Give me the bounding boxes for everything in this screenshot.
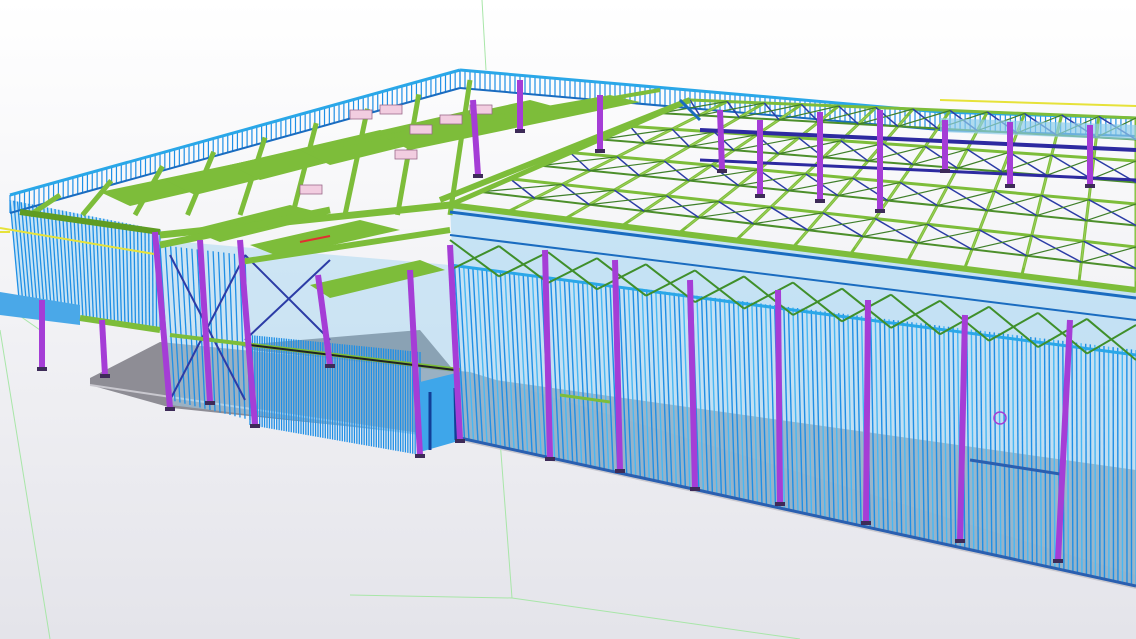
wall-stud (1071, 342, 1074, 572)
roof-unit (439, 114, 463, 125)
column-base (205, 401, 215, 405)
roof-brace (862, 223, 928, 238)
column-base (250, 424, 260, 428)
model-viewport[interactable] (0, 0, 1136, 639)
roof-brace (917, 229, 980, 244)
roof-brace (1026, 240, 1084, 257)
column-base (1005, 184, 1015, 188)
column-base (473, 174, 483, 178)
grid-line (0, 329, 51, 639)
column-base (545, 457, 555, 461)
parapet-accent (939, 99, 1136, 107)
roof-brace (986, 194, 1042, 212)
roof-unit (379, 104, 403, 115)
column-base (37, 367, 47, 371)
column-base (615, 469, 625, 473)
grid-line (481, 0, 487, 71)
wall-stud (148, 227, 151, 329)
column-base (325, 364, 335, 368)
column-base (415, 454, 425, 458)
column-base (940, 169, 950, 173)
roof-unit (349, 109, 373, 120)
roof-brace (1086, 203, 1136, 222)
roof-brace (1081, 246, 1136, 263)
grid-line (349, 594, 513, 599)
steel-column (717, 109, 725, 171)
column-base (1053, 559, 1063, 563)
roof-brace (1046, 157, 1095, 176)
column-base (100, 374, 110, 378)
column-base (1085, 184, 1095, 188)
steel-column (775, 289, 783, 504)
steel-column (99, 319, 108, 376)
structure-model[interactable] (0, 0, 1136, 639)
column-base (861, 521, 871, 525)
wall-stud (1084, 343, 1088, 575)
steel-column (863, 299, 871, 523)
roof-joist (342, 108, 370, 216)
grid-line (499, 439, 513, 599)
wall-panel-main (450, 205, 1136, 585)
roof-unit (409, 124, 433, 135)
column-base (515, 129, 525, 133)
column-base (165, 407, 175, 411)
roof-unit (299, 184, 323, 195)
roof-unit (394, 149, 418, 160)
column-base (815, 199, 825, 203)
column-base (775, 502, 785, 506)
column-base (875, 209, 885, 213)
wall-stud (1075, 342, 1079, 573)
wall-stud (1089, 344, 1092, 576)
wall-stud (1080, 343, 1083, 574)
wall-stud (151, 228, 154, 330)
column-base (717, 169, 727, 173)
grid-line (511, 597, 801, 639)
roof-brace (937, 190, 995, 207)
wall-stud (1094, 344, 1097, 577)
wall-stud (1098, 345, 1101, 578)
column-base (690, 487, 700, 491)
column-base (455, 439, 465, 443)
roof-brace (1091, 160, 1136, 180)
roof-brace (1036, 199, 1090, 217)
roof-brace (971, 235, 1032, 250)
column-base (755, 194, 765, 198)
column-base (955, 539, 965, 543)
column-base (595, 149, 605, 153)
roof-beam (309, 88, 661, 152)
